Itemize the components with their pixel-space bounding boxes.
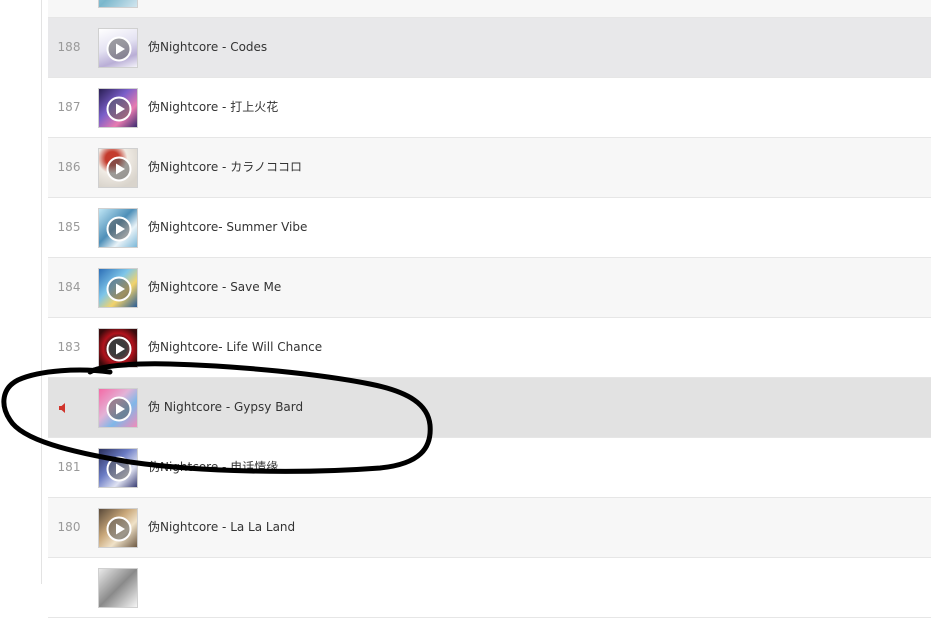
track-row[interactable] [48,558,931,618]
play-circle-icon[interactable] [106,216,132,242]
track-title[interactable]: 伪Nightcore- Summer Vibe [148,220,307,234]
album-cover[interactable] [98,0,138,8]
album-cover[interactable] [98,88,138,128]
track-row-playing[interactable]: 伪 Nightcore - Gypsy Bard [48,378,931,438]
track-title[interactable]: 伪Nightcore - 打上火花 [148,100,278,114]
play-circle-icon[interactable] [106,516,132,542]
album-cover[interactable] [98,508,138,548]
track-title[interactable]: 伪Nightcore - カラノココロ [148,160,302,174]
play-circle-icon[interactable] [106,36,132,62]
track-title[interactable]: 伪Nightcore- Life Will Chance [148,340,322,354]
track-row[interactable]: 188 伪Nightcore - Codes [48,18,931,78]
play-circle-icon[interactable] [106,156,132,182]
track-title[interactable]: 伪Nightcore - La La Land [148,520,295,534]
divider-line [41,0,42,584]
album-cover[interactable] [98,268,138,308]
track-index: 185 [57,220,81,234]
album-cover[interactable] [98,328,138,368]
track-index: 187 [57,100,81,114]
album-cover[interactable] [98,568,138,608]
track-title[interactable]: 伪Nightcore - 电话情缘 [148,460,278,474]
track-list: 188 伪Nightcore - Codes 187 伪Nightcore - … [48,0,931,618]
album-cover[interactable] [98,28,138,68]
track-row[interactable]: 186 伪Nightcore - カラノココロ [48,138,931,198]
track-index: 181 [57,460,81,474]
track-title[interactable]: 伪 Nightcore - Gypsy Bard [148,400,303,414]
track-title[interactable]: 伪Nightcore - Codes [148,40,267,54]
left-gutter [0,0,41,584]
album-cover[interactable] [98,208,138,248]
track-index: 186 [57,160,81,174]
album-cover[interactable] [98,148,138,188]
play-circle-icon[interactable] [106,96,132,122]
play-circle-icon[interactable] [106,456,132,482]
album-cover[interactable] [98,388,138,428]
track-row[interactable] [48,0,931,18]
track-row[interactable]: 183 伪Nightcore- Life Will Chance [48,318,931,378]
track-row[interactable]: 180 伪Nightcore - La La Land [48,498,931,558]
track-title[interactable]: 伪Nightcore - Save Me [148,280,281,294]
play-circle-icon[interactable] [106,336,132,362]
track-index: 183 [57,340,81,354]
speaker-icon [59,403,65,413]
track-index: 188 [57,40,81,54]
album-cover[interactable] [98,448,138,488]
track-row[interactable]: 185 伪Nightcore- Summer Vibe [48,198,931,258]
track-row[interactable]: 187 伪Nightcore - 打上火花 [48,78,931,138]
play-circle-icon[interactable] [106,396,132,422]
track-index: 184 [57,280,81,294]
track-index: 180 [57,520,81,534]
play-circle-icon[interactable] [106,276,132,302]
track-row[interactable]: 181 伪Nightcore - 电话情缘 [48,438,931,498]
track-row[interactable]: 184 伪Nightcore - Save Me [48,258,931,318]
